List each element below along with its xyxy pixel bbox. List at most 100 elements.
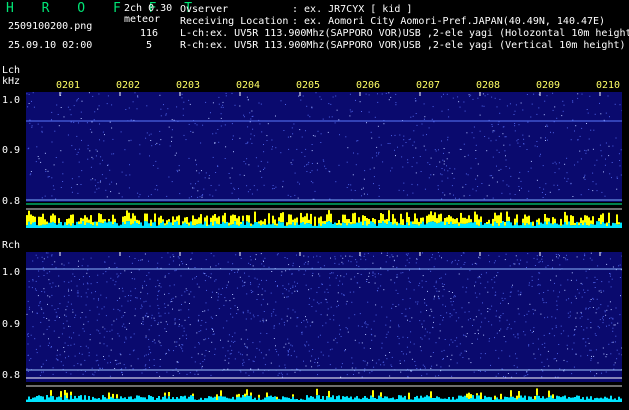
- noise-dot: [595, 183, 597, 185]
- noise-dot: [157, 295, 159, 296]
- noise-dot: [361, 326, 363, 328]
- noise-dot: [181, 93, 183, 95]
- noise-dot: [198, 172, 200, 174]
- noise-dot: [482, 302, 483, 304]
- noise-dot: [165, 353, 166, 355]
- level-bar-cyan: [410, 399, 412, 402]
- noise-dot: [574, 164, 575, 166]
- noise-dot: [480, 282, 482, 284]
- noise-dot: [502, 313, 504, 315]
- level-bar-yellow: [192, 215, 194, 226]
- level-bar-cyan: [104, 397, 106, 402]
- level-bar-yellow: [264, 218, 266, 225]
- noise-dot: [465, 291, 467, 293]
- noise-dot: [590, 349, 592, 351]
- noise-dot: [114, 359, 116, 361]
- noise-dot: [294, 172, 296, 174]
- level-bar-yellow: [78, 221, 80, 224]
- level-bar-cyan: [356, 396, 358, 402]
- level-bar-yellow: [288, 214, 290, 225]
- noise-dot: [410, 370, 412, 372]
- noise-dot: [99, 342, 101, 344]
- noise-dot: [181, 97, 183, 99]
- noise-dot: [426, 373, 428, 375]
- noise-dot: [188, 316, 190, 318]
- noise-dot: [87, 269, 89, 271]
- noise-dot: [563, 330, 565, 332]
- noise-dot: [265, 354, 267, 356]
- noise-dot: [392, 303, 394, 305]
- noise-dot: [459, 354, 461, 356]
- noise-dot: [442, 295, 444, 297]
- noise-dot: [333, 319, 335, 321]
- noise-dot: [580, 355, 582, 357]
- level-bar-yellow: [516, 214, 518, 223]
- noise-dot: [31, 126, 33, 128]
- noise-dot: [330, 257, 331, 259]
- noise-dot: [198, 331, 200, 332]
- noise-dot: [48, 176, 50, 177]
- level-bar-cyan: [564, 395, 566, 402]
- noise-dot: [182, 114, 184, 116]
- noise-dot: [596, 190, 598, 192]
- noise-dot: [408, 139, 410, 141]
- level-bar-yellow: [564, 211, 566, 222]
- level-bar-cyan: [484, 395, 486, 402]
- noise-dot: [411, 166, 413, 168]
- noise-dot: [61, 333, 63, 335]
- noise-dot: [317, 261, 319, 263]
- noise-dot: [335, 181, 337, 183]
- noise-dot: [305, 284, 307, 286]
- noise-dot: [78, 122, 79, 124]
- noise-dot: [349, 115, 351, 117]
- noise-dot: [198, 343, 200, 345]
- noise-dot: [242, 280, 243, 282]
- level-bar-yellow: [394, 218, 396, 224]
- level-bar-cyan: [106, 398, 108, 402]
- noise-dot: [188, 157, 190, 159]
- noise-dot: [526, 371, 528, 373]
- level-bar-cyan: [442, 398, 444, 402]
- noise-dot: [71, 337, 72, 339]
- level-bar-cyan: [572, 225, 574, 228]
- level-bar-cyan: [288, 224, 290, 228]
- level-bar-cyan: [326, 396, 328, 402]
- noise-dot: [26, 313, 28, 315]
- noise-dot: [284, 288, 286, 289]
- noise-dot: [63, 327, 65, 329]
- level-bar-yellow: [66, 392, 68, 399]
- noise-dot: [110, 277, 112, 279]
- level-bar-cyan: [234, 399, 236, 402]
- noise-dot: [210, 266, 211, 268]
- noise-dot: [260, 352, 262, 354]
- level-bar-cyan: [592, 224, 594, 228]
- level-bar-cyan: [310, 224, 312, 228]
- level-bar-cyan: [198, 399, 200, 402]
- noise-dot: [94, 111, 96, 113]
- noise-dot: [103, 306, 105, 308]
- level-bar-cyan: [598, 221, 600, 228]
- noise-dot: [323, 265, 325, 267]
- noise-dot: [61, 263, 63, 265]
- noise-dot: [65, 309, 67, 311]
- noise-dot: [316, 169, 318, 171]
- noise-dot: [484, 371, 486, 372]
- noise-dot: [564, 177, 566, 179]
- noise-dot: [37, 123, 39, 125]
- noise-dot: [310, 288, 312, 290]
- level-bar-yellow: [366, 218, 368, 226]
- noise-dot: [408, 280, 410, 282]
- noise-dot: [229, 273, 230, 275]
- level-bar-yellow: [194, 218, 196, 226]
- level-bar-cyan: [224, 223, 226, 228]
- noise-dot: [287, 296, 289, 298]
- noise-dot: [574, 329, 575, 331]
- level-bar-cyan: [550, 223, 552, 228]
- noise-dot: [60, 361, 62, 363]
- noise-dot: [517, 139, 519, 140]
- level-bar-cyan: [438, 222, 440, 228]
- level-bar-cyan: [228, 398, 230, 402]
- noise-dot: [171, 301, 173, 302]
- noise-dot: [512, 284, 513, 286]
- level-bar-yellow: [200, 214, 202, 224]
